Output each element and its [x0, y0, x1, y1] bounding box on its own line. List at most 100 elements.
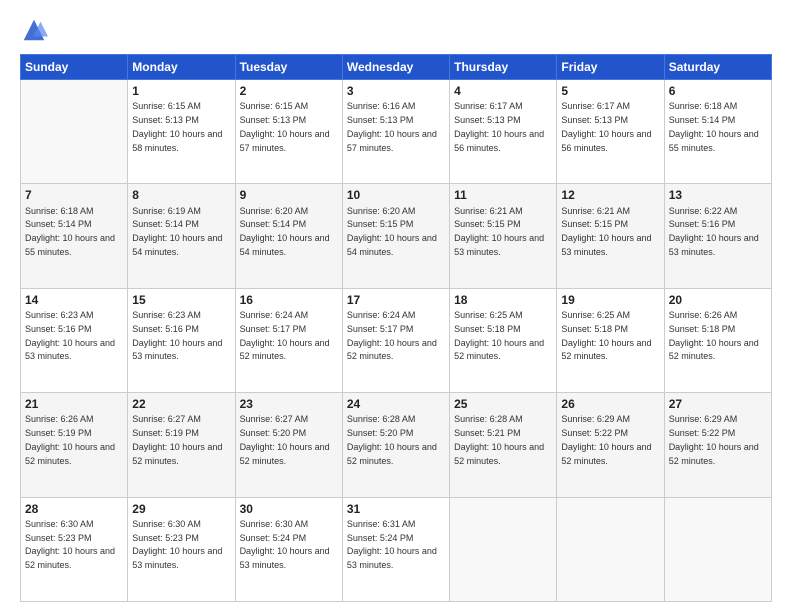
day-info: Sunrise: 6:23 AMSunset: 5:16 PMDaylight:… — [132, 310, 222, 361]
day-number: 6 — [669, 83, 767, 99]
calendar-cell — [450, 497, 557, 601]
calendar-cell: 7 Sunrise: 6:18 AMSunset: 5:14 PMDayligh… — [21, 184, 128, 288]
calendar-cell: 8 Sunrise: 6:19 AMSunset: 5:14 PMDayligh… — [128, 184, 235, 288]
calendar-cell: 14 Sunrise: 6:23 AMSunset: 5:16 PMDaylig… — [21, 288, 128, 392]
calendar-cell: 25 Sunrise: 6:28 AMSunset: 5:21 PMDaylig… — [450, 393, 557, 497]
column-header-tuesday: Tuesday — [235, 55, 342, 80]
column-header-wednesday: Wednesday — [342, 55, 449, 80]
day-number: 22 — [132, 396, 230, 412]
day-number: 14 — [25, 292, 123, 308]
day-number: 29 — [132, 501, 230, 517]
day-number: 12 — [561, 187, 659, 203]
calendar-cell: 5 Sunrise: 6:17 AMSunset: 5:13 PMDayligh… — [557, 80, 664, 184]
day-info: Sunrise: 6:28 AMSunset: 5:20 PMDaylight:… — [347, 414, 437, 465]
day-info: Sunrise: 6:25 AMSunset: 5:18 PMDaylight:… — [454, 310, 544, 361]
day-number: 10 — [347, 187, 445, 203]
calendar-cell — [557, 497, 664, 601]
calendar-cell: 3 Sunrise: 6:16 AMSunset: 5:13 PMDayligh… — [342, 80, 449, 184]
day-number: 24 — [347, 396, 445, 412]
calendar-cell: 16 Sunrise: 6:24 AMSunset: 5:17 PMDaylig… — [235, 288, 342, 392]
calendar-cell: 15 Sunrise: 6:23 AMSunset: 5:16 PMDaylig… — [128, 288, 235, 392]
day-info: Sunrise: 6:28 AMSunset: 5:21 PMDaylight:… — [454, 414, 544, 465]
day-info: Sunrise: 6:31 AMSunset: 5:24 PMDaylight:… — [347, 519, 437, 570]
day-number: 25 — [454, 396, 552, 412]
day-info: Sunrise: 6:26 AMSunset: 5:19 PMDaylight:… — [25, 414, 115, 465]
column-headers: SundayMondayTuesdayWednesdayThursdayFrid… — [21, 55, 772, 80]
day-info: Sunrise: 6:22 AMSunset: 5:16 PMDaylight:… — [669, 206, 759, 257]
logo — [20, 16, 52, 44]
day-info: Sunrise: 6:29 AMSunset: 5:22 PMDaylight:… — [669, 414, 759, 465]
calendar-cell: 17 Sunrise: 6:24 AMSunset: 5:17 PMDaylig… — [342, 288, 449, 392]
calendar-cell — [21, 80, 128, 184]
calendar-table: SundayMondayTuesdayWednesdayThursdayFrid… — [20, 54, 772, 602]
calendar-cell: 22 Sunrise: 6:27 AMSunset: 5:19 PMDaylig… — [128, 393, 235, 497]
column-header-friday: Friday — [557, 55, 664, 80]
day-number: 26 — [561, 396, 659, 412]
calendar-cell: 20 Sunrise: 6:26 AMSunset: 5:18 PMDaylig… — [664, 288, 771, 392]
day-number: 20 — [669, 292, 767, 308]
day-number: 8 — [132, 187, 230, 203]
calendar-cell: 23 Sunrise: 6:27 AMSunset: 5:20 PMDaylig… — [235, 393, 342, 497]
day-number: 17 — [347, 292, 445, 308]
day-number: 13 — [669, 187, 767, 203]
calendar-cell: 1 Sunrise: 6:15 AMSunset: 5:13 PMDayligh… — [128, 80, 235, 184]
page: SundayMondayTuesdayWednesdayThursdayFrid… — [0, 0, 792, 612]
calendar-body: 1 Sunrise: 6:15 AMSunset: 5:13 PMDayligh… — [21, 80, 772, 602]
day-info: Sunrise: 6:20 AMSunset: 5:15 PMDaylight:… — [347, 206, 437, 257]
calendar-cell: 4 Sunrise: 6:17 AMSunset: 5:13 PMDayligh… — [450, 80, 557, 184]
calendar-cell: 2 Sunrise: 6:15 AMSunset: 5:13 PMDayligh… — [235, 80, 342, 184]
day-number: 11 — [454, 187, 552, 203]
column-header-monday: Monday — [128, 55, 235, 80]
day-info: Sunrise: 6:23 AMSunset: 5:16 PMDaylight:… — [25, 310, 115, 361]
day-number: 16 — [240, 292, 338, 308]
column-header-thursday: Thursday — [450, 55, 557, 80]
day-info: Sunrise: 6:30 AMSunset: 5:24 PMDaylight:… — [240, 519, 330, 570]
calendar-cell: 18 Sunrise: 6:25 AMSunset: 5:18 PMDaylig… — [450, 288, 557, 392]
calendar-cell: 30 Sunrise: 6:30 AMSunset: 5:24 PMDaylig… — [235, 497, 342, 601]
calendar-cell — [664, 497, 771, 601]
calendar-cell: 21 Sunrise: 6:26 AMSunset: 5:19 PMDaylig… — [21, 393, 128, 497]
calendar-cell: 11 Sunrise: 6:21 AMSunset: 5:15 PMDaylig… — [450, 184, 557, 288]
day-number: 18 — [454, 292, 552, 308]
day-number: 4 — [454, 83, 552, 99]
day-number: 3 — [347, 83, 445, 99]
day-number: 30 — [240, 501, 338, 517]
day-info: Sunrise: 6:17 AMSunset: 5:13 PMDaylight:… — [454, 101, 544, 152]
day-info: Sunrise: 6:24 AMSunset: 5:17 PMDaylight:… — [347, 310, 437, 361]
header — [20, 16, 772, 44]
calendar-cell: 12 Sunrise: 6:21 AMSunset: 5:15 PMDaylig… — [557, 184, 664, 288]
day-number: 7 — [25, 187, 123, 203]
day-info: Sunrise: 6:20 AMSunset: 5:14 PMDaylight:… — [240, 206, 330, 257]
calendar-cell: 27 Sunrise: 6:29 AMSunset: 5:22 PMDaylig… — [664, 393, 771, 497]
day-number: 28 — [25, 501, 123, 517]
day-number: 15 — [132, 292, 230, 308]
day-info: Sunrise: 6:24 AMSunset: 5:17 PMDaylight:… — [240, 310, 330, 361]
calendar-cell: 26 Sunrise: 6:29 AMSunset: 5:22 PMDaylig… — [557, 393, 664, 497]
logo-icon — [20, 16, 48, 44]
day-number: 9 — [240, 187, 338, 203]
calendar-cell: 13 Sunrise: 6:22 AMSunset: 5:16 PMDaylig… — [664, 184, 771, 288]
calendar-cell: 6 Sunrise: 6:18 AMSunset: 5:14 PMDayligh… — [664, 80, 771, 184]
day-info: Sunrise: 6:18 AMSunset: 5:14 PMDaylight:… — [25, 206, 115, 257]
day-number: 23 — [240, 396, 338, 412]
calendar-cell: 9 Sunrise: 6:20 AMSunset: 5:14 PMDayligh… — [235, 184, 342, 288]
day-info: Sunrise: 6:15 AMSunset: 5:13 PMDaylight:… — [240, 101, 330, 152]
calendar-cell: 10 Sunrise: 6:20 AMSunset: 5:15 PMDaylig… — [342, 184, 449, 288]
day-info: Sunrise: 6:15 AMSunset: 5:13 PMDaylight:… — [132, 101, 222, 152]
day-info: Sunrise: 6:29 AMSunset: 5:22 PMDaylight:… — [561, 414, 651, 465]
calendar-cell: 28 Sunrise: 6:30 AMSunset: 5:23 PMDaylig… — [21, 497, 128, 601]
day-number: 21 — [25, 396, 123, 412]
calendar-cell: 29 Sunrise: 6:30 AMSunset: 5:23 PMDaylig… — [128, 497, 235, 601]
day-info: Sunrise: 6:17 AMSunset: 5:13 PMDaylight:… — [561, 101, 651, 152]
day-info: Sunrise: 6:30 AMSunset: 5:23 PMDaylight:… — [132, 519, 222, 570]
calendar-cell: 19 Sunrise: 6:25 AMSunset: 5:18 PMDaylig… — [557, 288, 664, 392]
calendar-cell: 31 Sunrise: 6:31 AMSunset: 5:24 PMDaylig… — [342, 497, 449, 601]
day-info: Sunrise: 6:21 AMSunset: 5:15 PMDaylight:… — [454, 206, 544, 257]
day-info: Sunrise: 6:18 AMSunset: 5:14 PMDaylight:… — [669, 101, 759, 152]
day-number: 27 — [669, 396, 767, 412]
day-number: 2 — [240, 83, 338, 99]
day-number: 1 — [132, 83, 230, 99]
day-info: Sunrise: 6:19 AMSunset: 5:14 PMDaylight:… — [132, 206, 222, 257]
day-info: Sunrise: 6:21 AMSunset: 5:15 PMDaylight:… — [561, 206, 651, 257]
column-header-saturday: Saturday — [664, 55, 771, 80]
